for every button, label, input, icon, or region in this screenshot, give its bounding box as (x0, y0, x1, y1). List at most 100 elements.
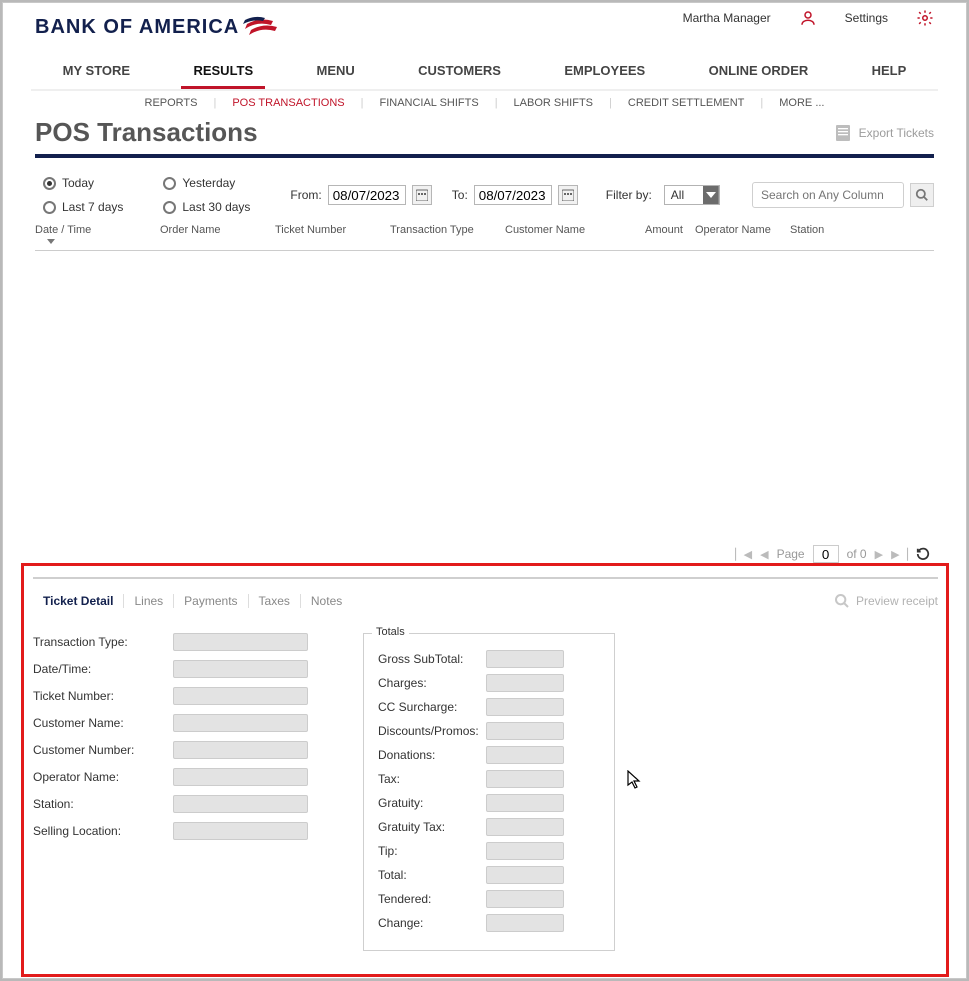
subnav-more-[interactable]: MORE ... (779, 97, 824, 109)
radio-icon (43, 177, 56, 190)
col-ticket-number[interactable]: Ticket Number (275, 224, 390, 244)
calendar-icon (416, 189, 428, 201)
subnav-financial-shifts[interactable]: FINANCIAL SHIFTS (379, 97, 478, 109)
field-row: Customer Number: (33, 741, 333, 759)
field-value (173, 714, 308, 732)
col-customer-name[interactable]: Customer Name (505, 224, 645, 244)
nav-employees[interactable]: EMPLOYEES (552, 55, 657, 89)
totals-row: Donations: (378, 746, 600, 764)
field-row: Ticket Number: (33, 687, 333, 705)
totals-row: Gratuity Tax: (378, 818, 600, 836)
pager-page-label: Page (777, 547, 805, 561)
subnav-reports[interactable]: REPORTS (145, 97, 198, 109)
nav-secondary: REPORTS|POS TRANSACTIONS|FINANCIAL SHIFT… (3, 91, 966, 113)
field-row: Date/Time: (33, 660, 333, 678)
user-icon (799, 9, 817, 27)
nav-menu[interactable]: MENU (305, 55, 367, 89)
preview-receipt-button[interactable]: Preview receipt (834, 593, 938, 609)
radio-last30[interactable]: Last 30 days (163, 200, 250, 214)
totals-legend: Totals (372, 626, 409, 638)
pager-page-input[interactable] (813, 545, 839, 563)
totals-row: Tax: (378, 770, 600, 788)
radio-icon (163, 177, 176, 190)
filter-select[interactable]: All (664, 185, 720, 205)
totals-box: Totals Gross SubTotal:Charges:CC Surchar… (363, 633, 615, 951)
field-value (173, 795, 308, 813)
totals-label: Tendered: (378, 892, 486, 906)
totals-value (486, 650, 564, 668)
pager-prev-icon[interactable]: ◀ (760, 548, 768, 561)
search-icon (834, 593, 850, 609)
totals-value (486, 722, 564, 740)
pager-first-icon[interactable]: ▏◀ (735, 548, 752, 561)
pager-last-icon[interactable]: ▶▕ (891, 548, 908, 561)
from-calendar-button[interactable] (412, 185, 432, 205)
totals-row: Discounts/Promos: (378, 722, 600, 740)
settings-link[interactable]: Settings (845, 11, 888, 25)
totals-value (486, 914, 564, 932)
field-value (173, 660, 308, 678)
totals-label: Gratuity: (378, 796, 486, 810)
radio-label: Last 7 days (62, 200, 123, 214)
brand-logo: BANK OF AMERICA (35, 15, 285, 39)
totals-row: CC Surcharge: (378, 698, 600, 716)
field-label: Customer Number: (33, 743, 173, 757)
col-operator-name[interactable]: Operator Name (695, 224, 790, 244)
subnav-pos-transactions[interactable]: POS TRANSACTIONS (232, 97, 344, 109)
field-row: Selling Location: (33, 822, 333, 840)
pager-next-icon[interactable]: ▶ (875, 548, 883, 561)
radio-today[interactable]: Today (43, 176, 123, 190)
pager-of-label: of 0 (847, 547, 867, 561)
detail-tabs: Ticket DetailLinesPaymentsTaxesNotes (33, 594, 352, 608)
totals-value (486, 890, 564, 908)
totals-label: CC Surcharge: (378, 700, 486, 714)
col-transaction-type[interactable]: Transaction Type (390, 224, 505, 244)
col-order-name[interactable]: Order Name (160, 224, 275, 244)
to-date-input[interactable] (474, 185, 552, 205)
subnav-labor-shifts[interactable]: LABOR SHIFTS (514, 97, 593, 109)
totals-row: Tendered: (378, 890, 600, 908)
nav-online-order[interactable]: ONLINE ORDER (697, 55, 821, 89)
totals-label: Change: (378, 916, 486, 930)
nav-customers[interactable]: CUSTOMERS (406, 55, 513, 89)
totals-label: Total: (378, 868, 486, 882)
totals-value (486, 746, 564, 764)
export-tickets-button[interactable]: Export Tickets (835, 124, 934, 142)
totals-label: Gross SubTotal: (378, 652, 486, 666)
brand-text: BANK OF AMERICA (35, 16, 239, 39)
to-calendar-button[interactable] (558, 185, 578, 205)
field-row: Station: (33, 795, 333, 813)
nav-help[interactable]: HELP (860, 55, 919, 89)
from-date-input[interactable] (328, 185, 406, 205)
from-label: From: (290, 188, 321, 202)
totals-row: Tip: (378, 842, 600, 860)
field-row: Transaction Type: (33, 633, 333, 651)
tab-lines[interactable]: Lines (124, 594, 174, 608)
nav-my-store[interactable]: MY STORE (51, 55, 142, 89)
radio-last7[interactable]: Last 7 days (43, 200, 123, 214)
export-icon (835, 124, 851, 142)
filter-value: All (671, 188, 684, 202)
radio-label: Today (62, 176, 94, 190)
pager: ▏◀ ◀ Page of 0 ▶ ▶▕ (735, 545, 930, 563)
subnav-credit-settlement[interactable]: CREDIT SETTLEMENT (628, 97, 745, 109)
col-station[interactable]: Station (790, 224, 850, 244)
refresh-icon[interactable] (916, 547, 930, 561)
table-header: Date / TimeOrder NameTicket NumberTransa… (35, 224, 934, 251)
radio-yesterday[interactable]: Yesterday (163, 176, 250, 190)
tab-payments[interactable]: Payments (174, 594, 248, 608)
field-label: Operator Name: (33, 770, 173, 784)
totals-value (486, 698, 564, 716)
search-button[interactable] (910, 183, 934, 207)
divider (35, 154, 934, 158)
field-value (173, 822, 308, 840)
col-date-time[interactable]: Date / Time (35, 224, 160, 244)
tab-ticket-detail[interactable]: Ticket Detail (33, 594, 124, 608)
search-input[interactable] (752, 182, 904, 208)
nav-results[interactable]: RESULTS (181, 55, 265, 89)
gear-icon[interactable] (916, 9, 934, 27)
col-amount[interactable]: Amount (645, 224, 695, 244)
chevron-down-icon (706, 192, 716, 198)
tab-notes[interactable]: Notes (301, 594, 352, 608)
tab-taxes[interactable]: Taxes (249, 594, 301, 608)
